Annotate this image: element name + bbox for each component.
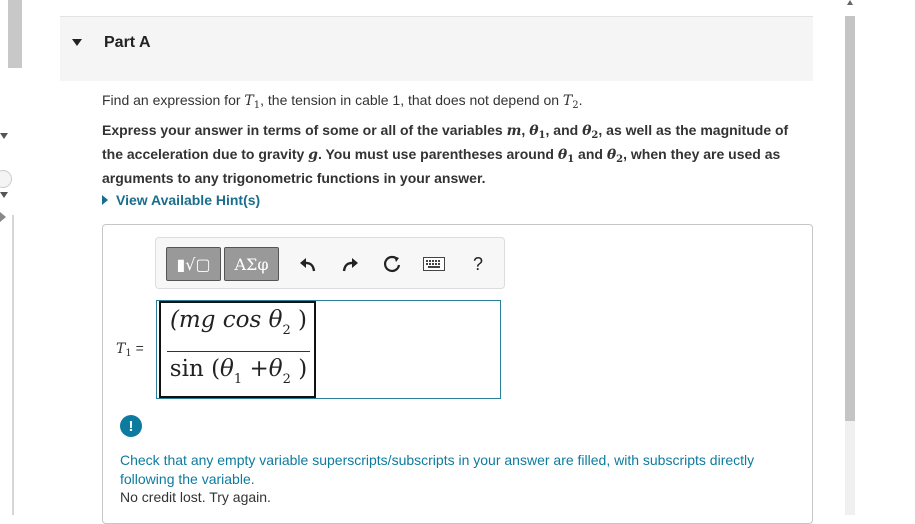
question-text: Find an expression for T1, the tension i…	[102, 92, 583, 111]
var-theta2: θ2	[582, 123, 599, 141]
part-header[interactable]: Part A	[60, 17, 813, 81]
feedback-message: Check that any empty variable superscrip…	[120, 452, 755, 487]
fraction-bar	[167, 351, 310, 352]
reset-icon[interactable]	[380, 252, 404, 276]
templates-icon: ▮√▢	[176, 254, 211, 274]
undo-icon[interactable]	[296, 252, 320, 276]
keyboard-icon[interactable]	[422, 252, 446, 276]
part-title: Part A	[104, 34, 151, 51]
left-caret-down-icon-2[interactable]	[0, 192, 8, 198]
view-hints-link[interactable]: View Available Hint(s)	[102, 192, 260, 208]
templates-button[interactable]: ▮√▢	[166, 247, 221, 281]
hint-caret-icon	[102, 195, 108, 205]
answer-label: T1 =	[116, 340, 144, 359]
answer-input[interactable]: (mg cos θ2 ) sin (θ1 +θ2 )	[156, 300, 501, 399]
fraction-numerator[interactable]: (mg cos θ2 )	[161, 307, 316, 338]
answer-instructions: Express your answer in terms of some or …	[102, 122, 789, 186]
redo-icon[interactable]	[338, 252, 362, 276]
hint-label: View Available Hint(s)	[116, 192, 261, 208]
left-panel-strip	[0, 0, 28, 515]
left-divider	[12, 215, 14, 515]
var-theta1-b: θ1	[557, 147, 575, 165]
left-expand-icon[interactable]	[0, 212, 6, 222]
fraction-denominator[interactable]: sin (θ1 +θ2 )	[161, 356, 316, 387]
left-scrollbar-thumb[interactable]	[8, 0, 22, 68]
var-T2: T2	[562, 93, 579, 111]
var-m: m	[506, 123, 522, 139]
var-g: g	[308, 147, 318, 163]
fraction-template[interactable]: (mg cos θ2 ) sin (θ1 +θ2 )	[159, 301, 316, 398]
greek-icon: ΑΣφ	[234, 254, 269, 274]
question-middle: , the tension in cable 1, that does not …	[260, 92, 563, 108]
var-theta1: θ1	[529, 123, 546, 141]
var-theta2-b: θ2	[606, 147, 624, 165]
question-prefix: Find an expression for	[102, 92, 245, 108]
greek-symbols-button[interactable]: ΑΣφ	[224, 247, 279, 281]
left-caret-down-icon[interactable]	[0, 133, 8, 139]
math-toolbar: ▮√▢ ΑΣφ ?	[155, 237, 505, 289]
feedback-status: No credit lost. Try again.	[120, 489, 271, 505]
warning-icon: !	[120, 415, 142, 437]
scroll-up-arrow-icon[interactable]	[847, 0, 853, 5]
help-icon[interactable]: ?	[466, 252, 490, 276]
page-scrollbar-thumb[interactable]	[845, 16, 855, 421]
var-T1: T1	[244, 93, 261, 111]
question-suffix: .	[578, 92, 583, 108]
collapse-caret-icon[interactable]	[72, 39, 82, 46]
